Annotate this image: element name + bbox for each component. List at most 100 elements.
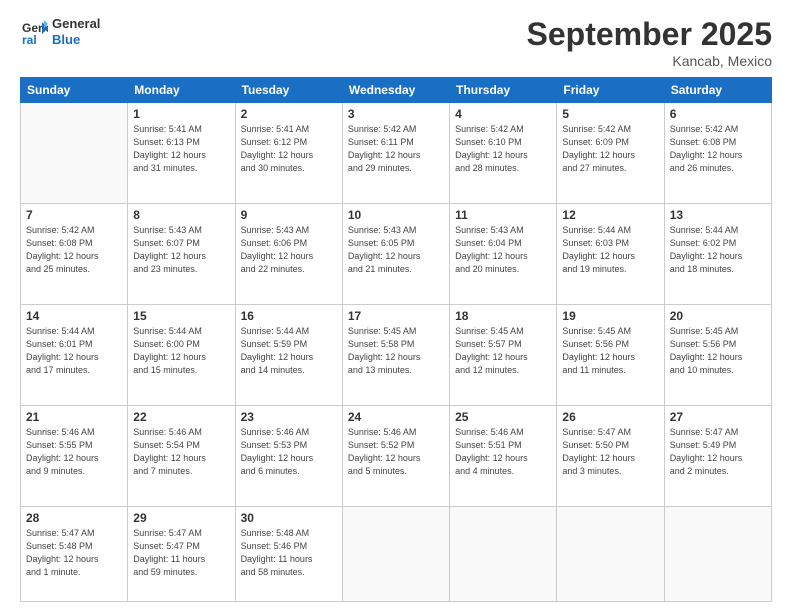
day-number: 12 (562, 208, 658, 222)
calendar-cell: 28 Sunrise: 5:47 AM Sunset: 5:48 PM Dayli… (21, 506, 128, 601)
day-number: 25 (455, 410, 551, 424)
day-info: Sunrise: 5:47 AM Sunset: 5:48 PM Dayligh… (26, 527, 122, 579)
calendar-cell: 20Sunrise: 5:45 AM Sunset: 5:56 PM Dayli… (664, 304, 771, 405)
calendar-cell: 6 Sunrise: 5:42 AM Sunset: 6:08 PM Daylig… (664, 103, 771, 204)
day-number: 29 (133, 511, 229, 525)
day-number: 24 (348, 410, 444, 424)
calendar-week-row: 1 Sunrise: 5:41 AM Sunset: 6:13 PM Daylig… (21, 103, 772, 204)
calendar-cell: 14 Sunrise: 5:44 AM Sunset: 6:01 PM Dayli… (21, 304, 128, 405)
calendar-cell: 19 Sunrise: 5:45 AM Sunset: 5:56 PM Dayli… (557, 304, 664, 405)
day-info: Sunrise: 5:42 AM Sunset: 6:08 PM Dayligh… (26, 224, 122, 276)
calendar-cell: 5 Sunrise: 5:42 AM Sunset: 6:09 PM Daylig… (557, 103, 664, 204)
calendar-cell: 30 Sunrise: 5:48 AM Sunset: 5:46 PM Dayli… (235, 506, 342, 601)
day-info: Sunrise: 5:46 AM Sunset: 5:52 PM Dayligh… (348, 426, 444, 478)
month-title: September 2025 (527, 16, 772, 53)
calendar-cell: 1 Sunrise: 5:41 AM Sunset: 6:13 PM Daylig… (128, 103, 235, 204)
day-info: Sunrise: 5:45 AM Sunset: 5:57 PM Dayligh… (455, 325, 551, 377)
weekday-header-row: SundayMondayTuesdayWednesdayThursdayFrid… (21, 78, 772, 103)
weekday-header: Friday (557, 78, 664, 103)
day-number: 9 (241, 208, 337, 222)
calendar-cell: 18 Sunrise: 5:45 AM Sunset: 5:57 PM Dayli… (450, 304, 557, 405)
day-info: Sunrise: 5:47 AM Sunset: 5:47 PM Dayligh… (133, 527, 229, 579)
calendar-cell (557, 506, 664, 601)
day-info: Sunrise: 5:45 AM Sunset: 5:56 PM Dayligh… (562, 325, 658, 377)
calendar-cell (450, 506, 557, 601)
calendar-week-row: 21Sunrise: 5:46 AM Sunset: 5:55 PM Dayli… (21, 405, 772, 506)
day-number: 26 (562, 410, 658, 424)
day-number: 7 (26, 208, 122, 222)
day-number: 3 (348, 107, 444, 121)
svg-text:ral: ral (22, 33, 37, 46)
weekday-header: Saturday (664, 78, 771, 103)
calendar-cell: 2 Sunrise: 5:41 AM Sunset: 6:12 PM Daylig… (235, 103, 342, 204)
day-info: Sunrise: 5:43 AM Sunset: 6:06 PM Dayligh… (241, 224, 337, 276)
calendar-cell: 29 Sunrise: 5:47 AM Sunset: 5:47 PM Dayli… (128, 506, 235, 601)
calendar-cell: 23 Sunrise: 5:46 AM Sunset: 5:53 PM Dayli… (235, 405, 342, 506)
calendar-cell: 11Sunrise: 5:43 AM Sunset: 6:04 PM Dayli… (450, 203, 557, 304)
day-info: Sunrise: 5:47 AM Sunset: 5:50 PM Dayligh… (562, 426, 658, 478)
day-info: Sunrise: 5:42 AM Sunset: 6:08 PM Dayligh… (670, 123, 766, 175)
calendar-cell: 25 Sunrise: 5:46 AM Sunset: 5:51 PM Dayli… (450, 405, 557, 506)
calendar-cell: 16Sunrise: 5:44 AM Sunset: 5:59 PM Dayli… (235, 304, 342, 405)
day-info: Sunrise: 5:42 AM Sunset: 6:09 PM Dayligh… (562, 123, 658, 175)
day-info: Sunrise: 5:45 AM Sunset: 5:56 PM Dayligh… (670, 325, 766, 377)
logo: Gene ral General Blue (20, 16, 100, 47)
day-info: Sunrise: 5:41 AM Sunset: 6:13 PM Dayligh… (133, 123, 229, 175)
calendar-cell: 15Sunrise: 5:44 AM Sunset: 6:00 PM Dayli… (128, 304, 235, 405)
day-info: Sunrise: 5:48 AM Sunset: 5:46 PM Dayligh… (241, 527, 337, 579)
calendar: SundayMondayTuesdayWednesdayThursdayFrid… (20, 77, 772, 602)
day-info: Sunrise: 5:46 AM Sunset: 5:53 PM Dayligh… (241, 426, 337, 478)
day-number: 1 (133, 107, 229, 121)
day-info: Sunrise: 5:42 AM Sunset: 6:10 PM Dayligh… (455, 123, 551, 175)
day-number: 30 (241, 511, 337, 525)
day-number: 5 (562, 107, 658, 121)
day-info: Sunrise: 5:47 AM Sunset: 5:49 PM Dayligh… (670, 426, 766, 478)
day-number: 17 (348, 309, 444, 323)
page: Gene ral General Blue September 2025 Kan… (0, 0, 792, 612)
day-number: 23 (241, 410, 337, 424)
day-number: 18 (455, 309, 551, 323)
calendar-cell: 8Sunrise: 5:43 AM Sunset: 6:07 PM Daylig… (128, 203, 235, 304)
calendar-week-row: 14 Sunrise: 5:44 AM Sunset: 6:01 PM Dayli… (21, 304, 772, 405)
calendar-week-row: 7 Sunrise: 5:42 AM Sunset: 6:08 PM Daylig… (21, 203, 772, 304)
calendar-cell: 24 Sunrise: 5:46 AM Sunset: 5:52 PM Dayli… (342, 405, 449, 506)
calendar-cell (664, 506, 771, 601)
calendar-cell: 4Sunrise: 5:42 AM Sunset: 6:10 PM Daylig… (450, 103, 557, 204)
day-number: 14 (26, 309, 122, 323)
calendar-cell: 3Sunrise: 5:42 AM Sunset: 6:11 PM Daylig… (342, 103, 449, 204)
day-number: 2 (241, 107, 337, 121)
weekday-header: Thursday (450, 78, 557, 103)
calendar-cell: 27 Sunrise: 5:47 AM Sunset: 5:49 PM Dayli… (664, 405, 771, 506)
day-info: Sunrise: 5:43 AM Sunset: 6:04 PM Dayligh… (455, 224, 551, 276)
day-info: Sunrise: 5:44 AM Sunset: 6:01 PM Dayligh… (26, 325, 122, 377)
day-number: 19 (562, 309, 658, 323)
day-number: 21 (26, 410, 122, 424)
calendar-cell (342, 506, 449, 601)
day-number: 16 (241, 309, 337, 323)
day-info: Sunrise: 5:46 AM Sunset: 5:54 PM Dayligh… (133, 426, 229, 478)
day-info: Sunrise: 5:44 AM Sunset: 6:03 PM Dayligh… (562, 224, 658, 276)
title-block: September 2025 Kancab, Mexico (527, 16, 772, 69)
calendar-cell: 22 Sunrise: 5:46 AM Sunset: 5:54 PM Dayli… (128, 405, 235, 506)
calendar-cell: 12 Sunrise: 5:44 AM Sunset: 6:03 PM Dayli… (557, 203, 664, 304)
weekday-header: Sunday (21, 78, 128, 103)
day-info: Sunrise: 5:45 AM Sunset: 5:58 PM Dayligh… (348, 325, 444, 377)
calendar-cell: 26 Sunrise: 5:47 AM Sunset: 5:50 PM Dayli… (557, 405, 664, 506)
day-info: Sunrise: 5:41 AM Sunset: 6:12 PM Dayligh… (241, 123, 337, 175)
location: Kancab, Mexico (527, 53, 772, 69)
weekday-header: Monday (128, 78, 235, 103)
day-number: 27 (670, 410, 766, 424)
header: Gene ral General Blue September 2025 Kan… (20, 16, 772, 69)
weekday-header: Tuesday (235, 78, 342, 103)
day-info: Sunrise: 5:44 AM Sunset: 6:02 PM Dayligh… (670, 224, 766, 276)
day-number: 10 (348, 208, 444, 222)
calendar-cell (21, 103, 128, 204)
day-number: 22 (133, 410, 229, 424)
calendar-week-row: 28 Sunrise: 5:47 AM Sunset: 5:48 PM Dayli… (21, 506, 772, 601)
day-number: 8 (133, 208, 229, 222)
day-number: 6 (670, 107, 766, 121)
day-number: 28 (26, 511, 122, 525)
day-info: Sunrise: 5:46 AM Sunset: 5:51 PM Dayligh… (455, 426, 551, 478)
calendar-cell: 9 Sunrise: 5:43 AM Sunset: 6:06 PM Daylig… (235, 203, 342, 304)
weekday-header: Wednesday (342, 78, 449, 103)
